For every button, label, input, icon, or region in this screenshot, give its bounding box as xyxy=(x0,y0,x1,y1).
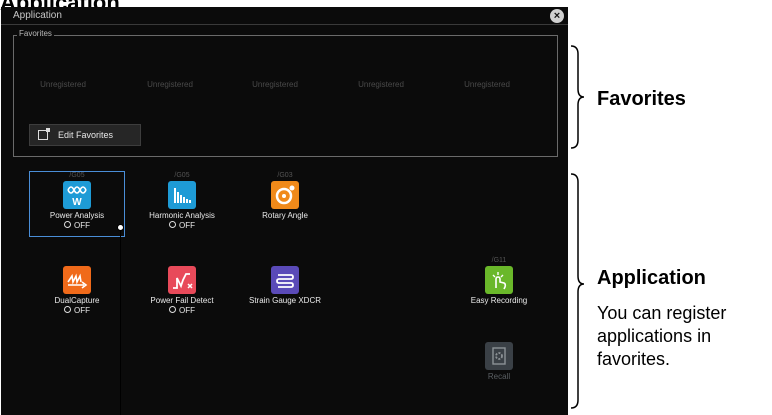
app-name: Easy Recording xyxy=(470,296,528,305)
strain-icon xyxy=(271,266,299,294)
favorites-brace xyxy=(570,45,585,149)
app-name: Rotary Angle xyxy=(262,211,308,220)
favorites-panel: Favorites Unregistered Unregistered Unre… xyxy=(13,29,558,157)
gear-icon xyxy=(485,342,513,370)
favorites-annotation: Favorites xyxy=(597,88,686,110)
app-power-analysis[interactable]: /G05 W Power Analysis OFF xyxy=(29,172,125,230)
app-code: /G03 xyxy=(277,172,293,179)
edit-favorites-icon xyxy=(38,128,50,140)
application-window: Application × Favorites Unregistered Unr… xyxy=(1,7,568,415)
app-name: Strain Gauge XDCR xyxy=(248,296,322,305)
svg-text:W: W xyxy=(72,197,82,208)
app-code: /G05 xyxy=(174,172,190,179)
app-name: Power Fail Detect xyxy=(150,296,214,305)
app-strain-gauge-xdcr[interactable]: Strain Gauge XDCR xyxy=(237,257,333,305)
app-code xyxy=(134,257,230,265)
edit-favorites-button[interactable]: Edit Favorites xyxy=(29,124,141,146)
app-state: OFF xyxy=(134,306,230,315)
app-name: Recall xyxy=(487,372,511,381)
app-harmonic-analysis[interactable]: /G05 Harmonic Analysis OFF xyxy=(134,172,230,230)
touch-icon xyxy=(485,266,513,294)
app-name: Harmonic Analysis xyxy=(149,211,215,220)
powerfail-icon xyxy=(168,266,196,294)
wave-icon: W xyxy=(63,181,91,209)
app-state: OFF xyxy=(29,221,125,230)
favorite-slot-1[interactable]: Unregistered xyxy=(18,80,108,89)
app-code xyxy=(29,257,125,265)
edit-favorites-label: Edit Favorites xyxy=(58,130,114,140)
rotary-icon xyxy=(271,181,299,209)
app-state: OFF xyxy=(29,306,125,315)
app-name: DualCapture xyxy=(54,296,100,305)
leader-line xyxy=(120,227,121,415)
app-easy-recording[interactable]: /G11 Easy Recording xyxy=(451,257,547,305)
app-recall[interactable]: Recall xyxy=(451,333,547,381)
favorite-slot-5[interactable]: Unregistered xyxy=(442,80,532,89)
bar-icon xyxy=(168,181,196,209)
dualcapture-icon xyxy=(63,266,91,294)
application-annotation: Application xyxy=(597,267,706,289)
app-power-fail-detect[interactable]: Power Fail Detect OFF xyxy=(134,257,230,315)
favorite-slot-3[interactable]: Unregistered xyxy=(230,80,320,89)
close-icon[interactable]: × xyxy=(550,9,564,23)
app-code: /G05 xyxy=(69,172,85,179)
app-code xyxy=(237,257,333,265)
window-titlebar: Application × xyxy=(1,7,568,25)
application-brace xyxy=(570,173,585,409)
app-dualcapture[interactable]: DualCapture OFF xyxy=(29,257,125,315)
app-rotary-angle[interactable]: /G03 Rotary Angle xyxy=(237,172,333,220)
window-title: Application xyxy=(13,10,62,21)
leader-dot xyxy=(117,224,124,231)
favorite-slot-4[interactable]: Unregistered xyxy=(336,80,426,89)
favorites-legend: Favorites xyxy=(17,29,54,38)
app-name: Power Analysis xyxy=(49,211,105,220)
favorite-slot-2[interactable]: Unregistered xyxy=(125,80,215,89)
app-code: /G11 xyxy=(491,257,507,264)
application-description: You can register applications in favorit… xyxy=(597,303,727,369)
app-state: OFF xyxy=(134,221,230,230)
